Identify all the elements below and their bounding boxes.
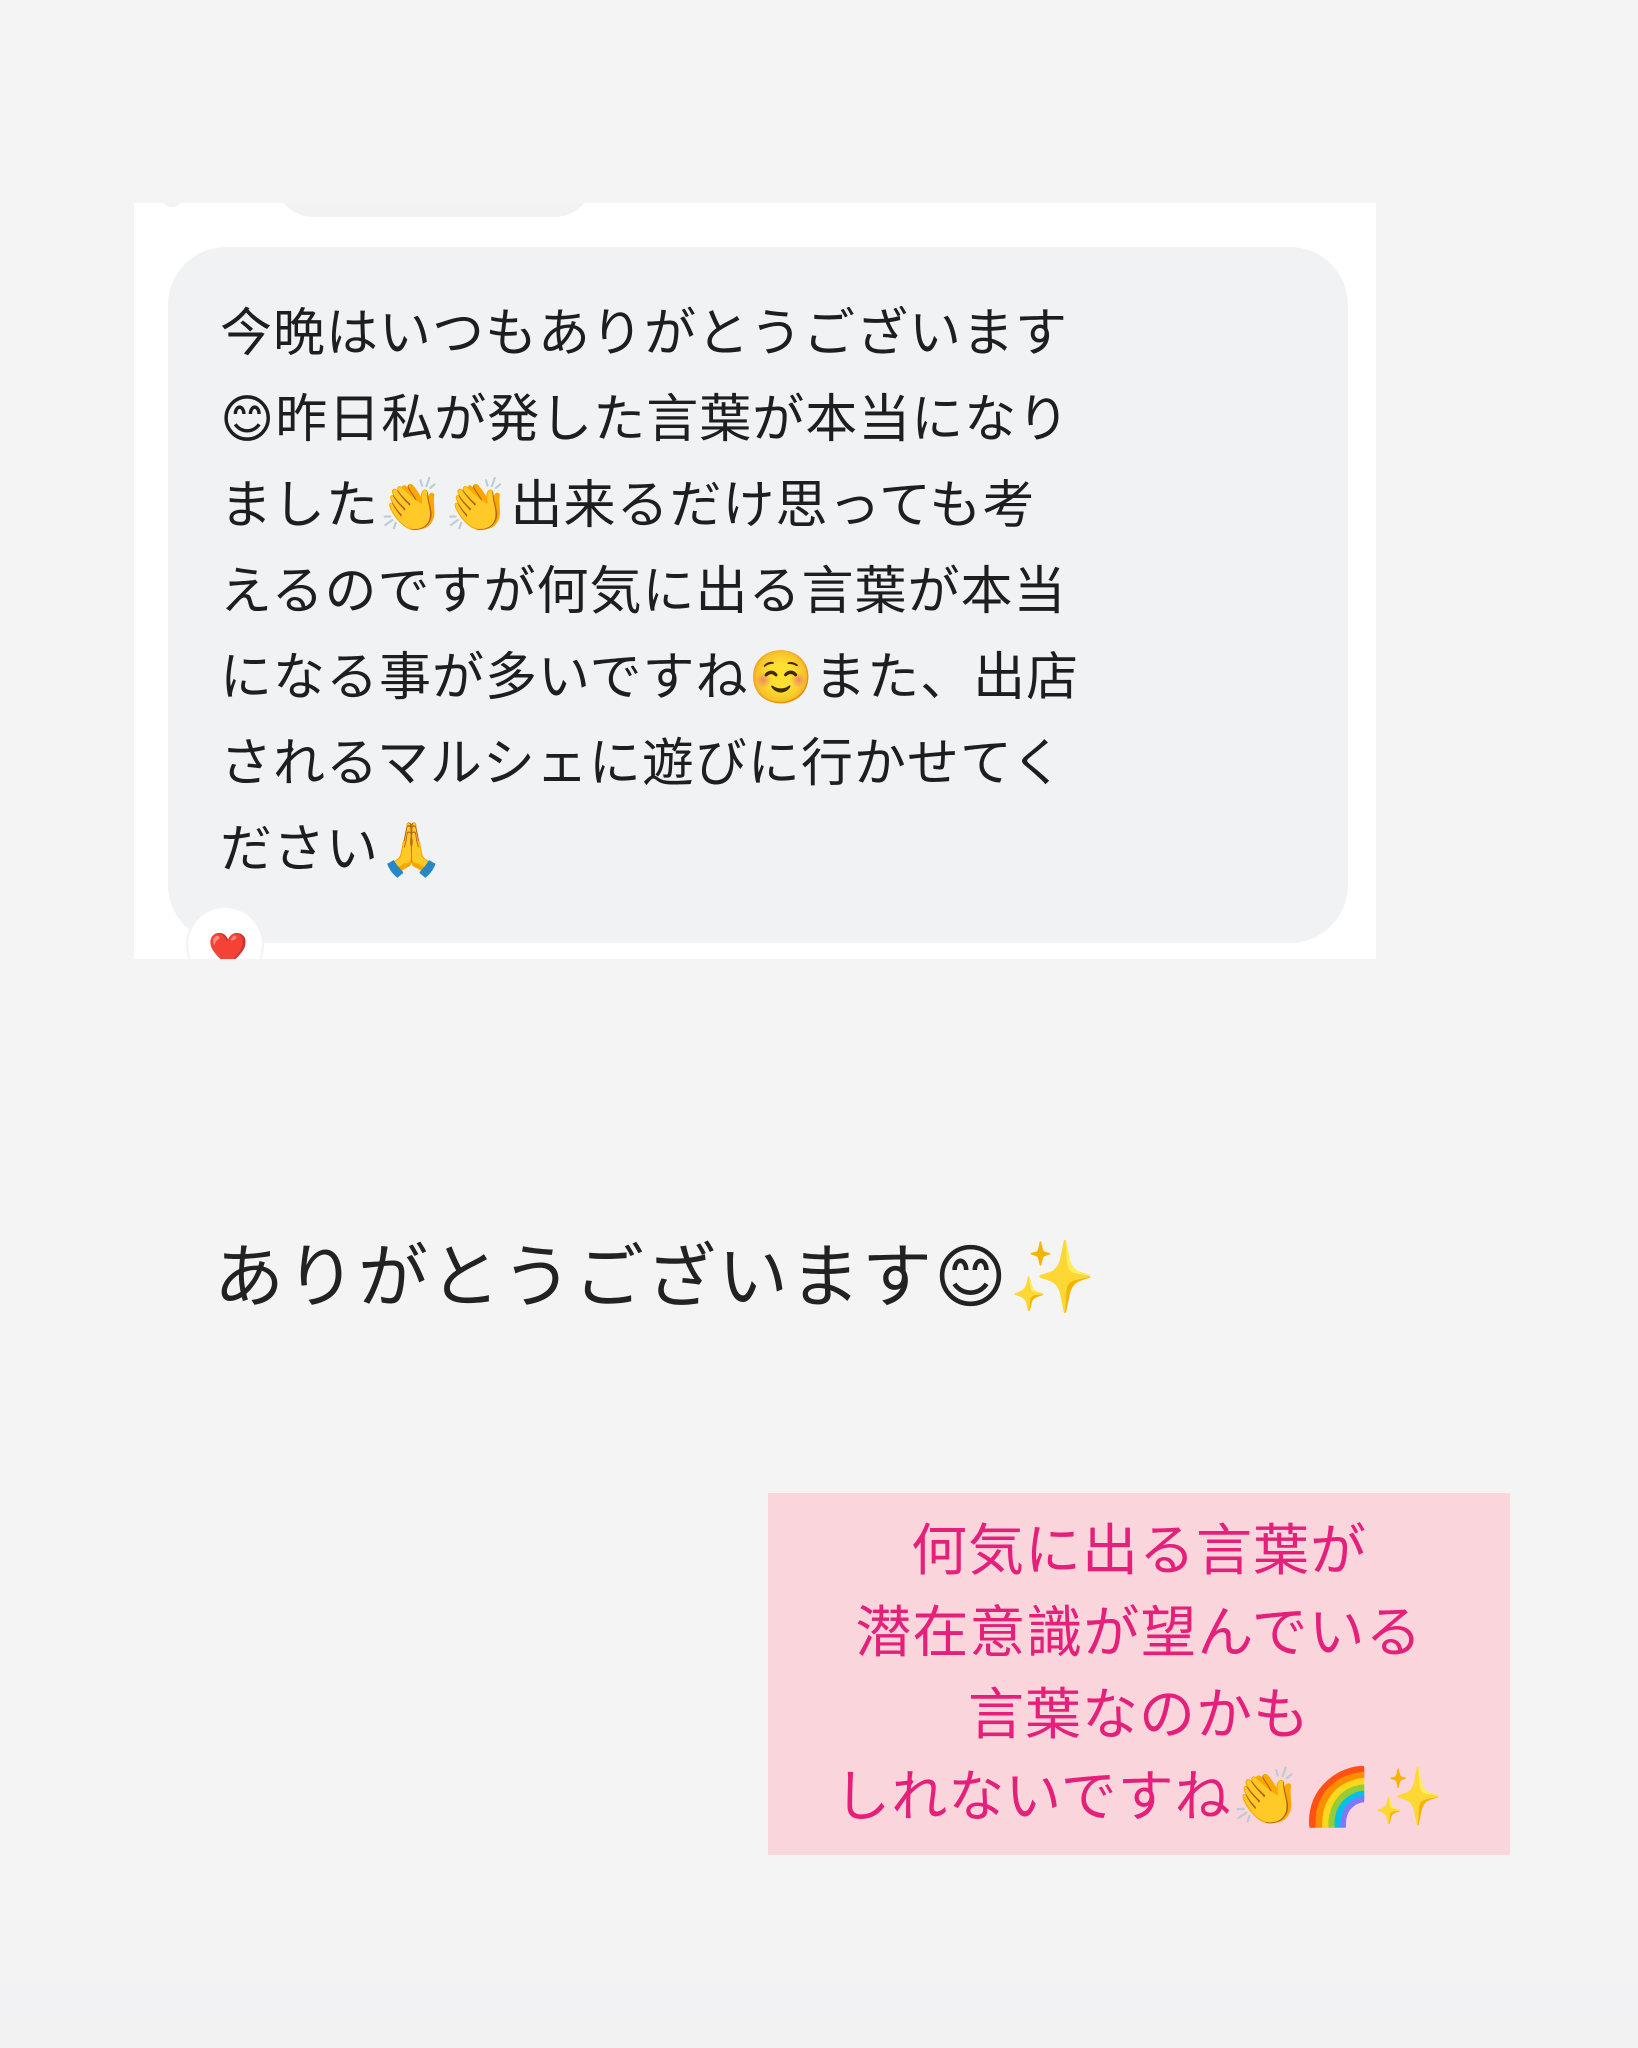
- message-text: 今晩はいつもありがとうございます 😊昨日私が発した言葉が本当になり ました👏👏出…: [220, 304, 1080, 880]
- previous-message-corner: [162, 203, 182, 207]
- comment-line-4: しれないですね👏🌈✨: [834, 1765, 1444, 1830]
- chat-screenshot: 今晩はいつもありがとうございます 😊昨日私が発した言葉が本当になり ました👏👏出…: [134, 203, 1376, 959]
- previous-message-bubble: [274, 203, 594, 217]
- background-fade: [0, 1860, 1638, 2048]
- comment-box: 何気に出る言葉が 潜在意識が望んでいる 言葉なのかも しれないですね👏🌈✨: [768, 1493, 1510, 1855]
- comment-line-1: 何気に出る言葉が: [911, 1519, 1367, 1584]
- reply-text: ありがとうございます😊✨: [214, 1236, 1099, 1318]
- comment-line-3: 言葉なのかも: [968, 1683, 1310, 1748]
- comment-line-2: 潜在意識が望んでいる: [855, 1601, 1423, 1666]
- heart-icon: ❤️: [208, 930, 248, 959]
- message-bubble: 今晩はいつもありがとうございます 😊昨日私が発した言葉が本当になり ました👏👏出…: [168, 247, 1348, 943]
